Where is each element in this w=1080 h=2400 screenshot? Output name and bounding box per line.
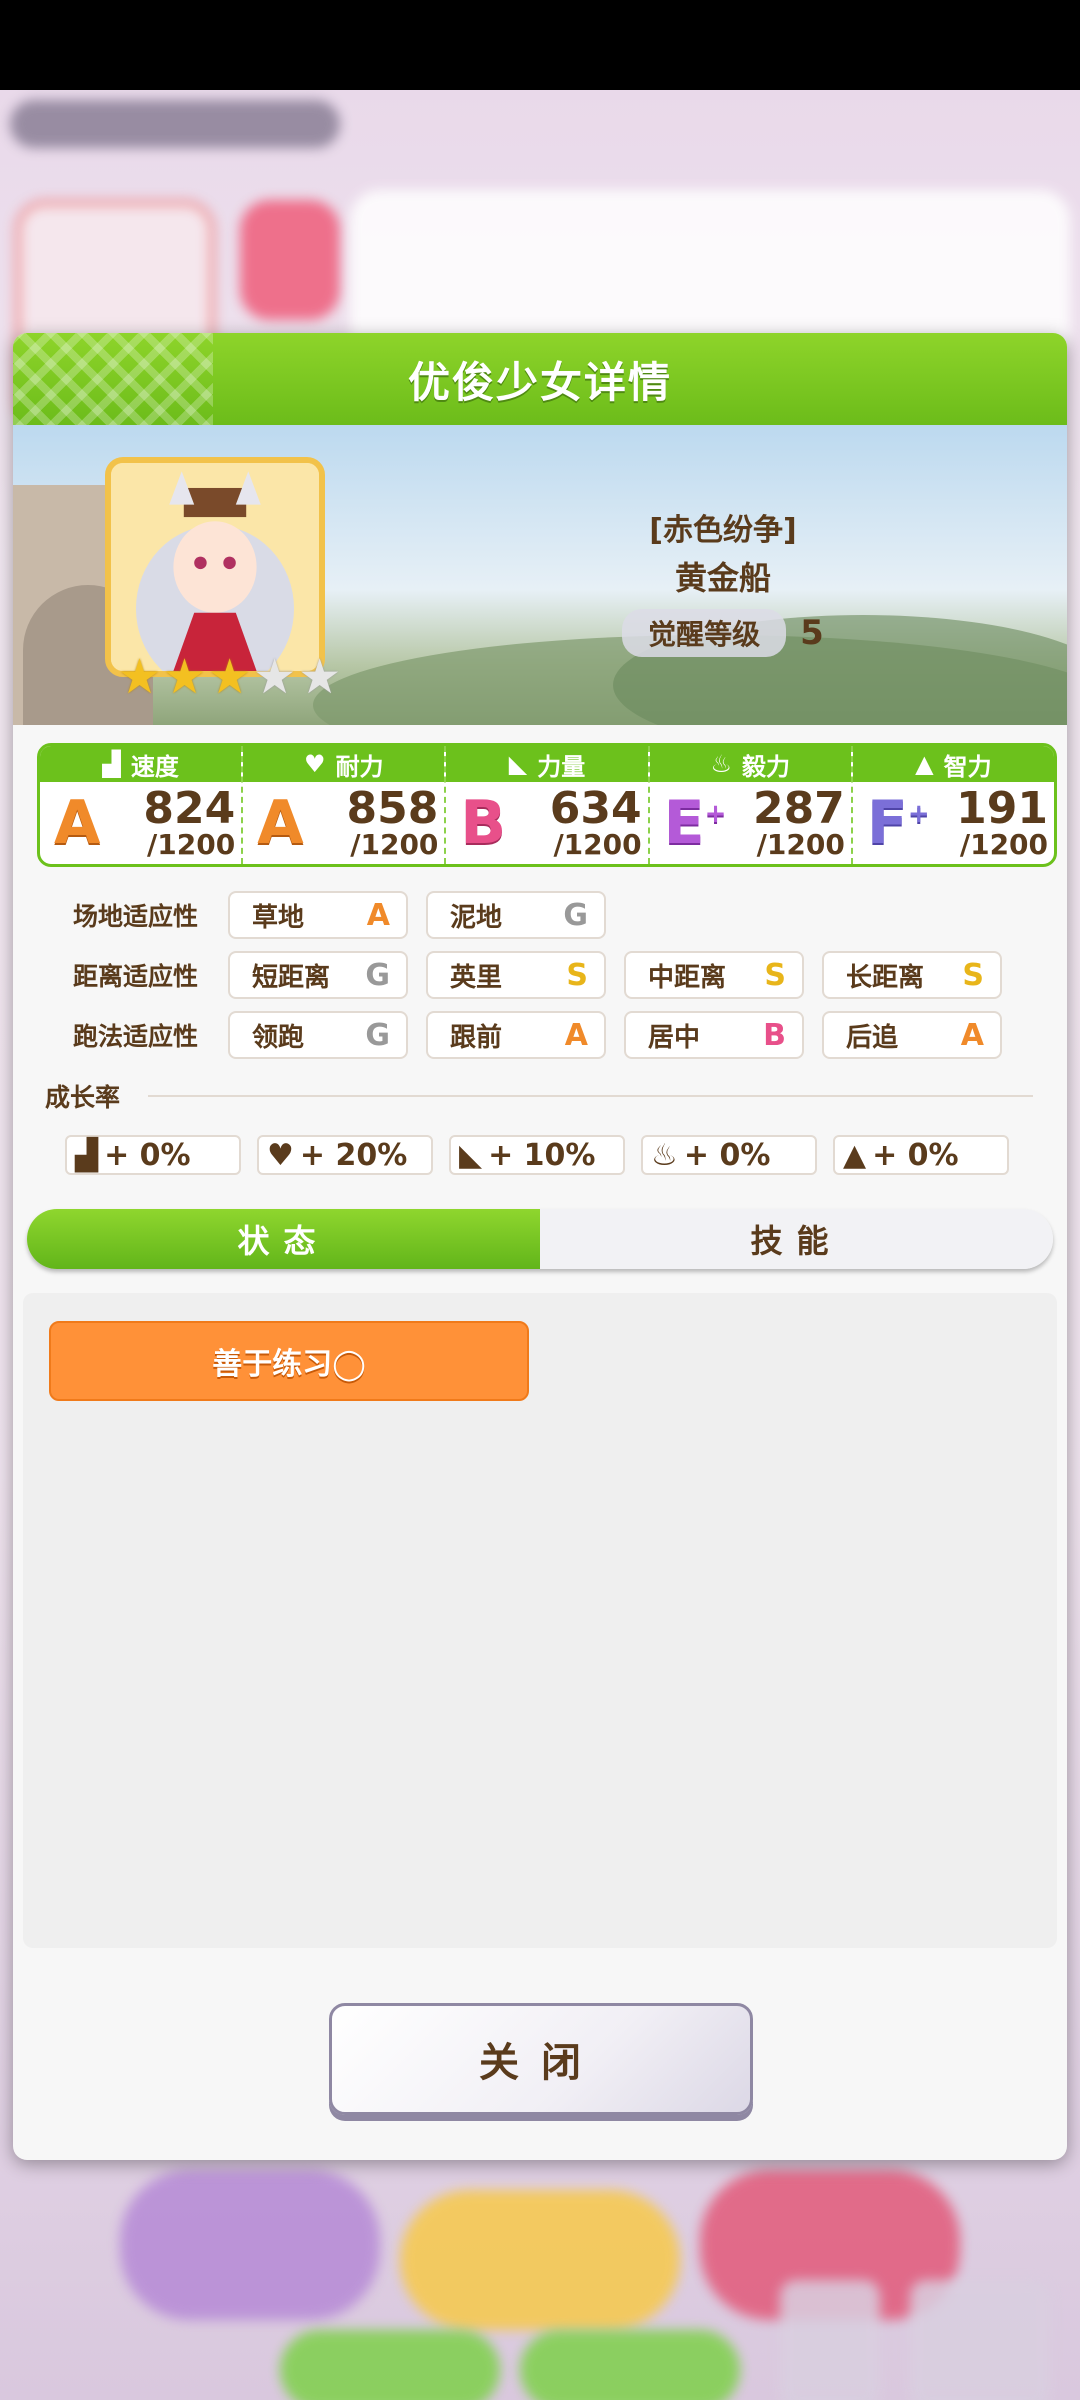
aptitude-long: 长距离 S	[822, 951, 1002, 999]
shoe-icon: ▟	[75, 1137, 99, 1173]
stat-max: /1200	[959, 828, 1049, 861]
aptitude-leader: 跟前 A	[426, 1011, 606, 1059]
star-empty-icon: ★	[298, 649, 342, 705]
stat-label: 毅力	[741, 752, 790, 781]
stat-stamina: ♥ 耐力 A 858/1200	[243, 746, 447, 864]
awakening-level: 5	[800, 613, 824, 653]
stat-value: 287	[752, 783, 845, 834]
aptitude-mile: 英里 S	[426, 951, 606, 999]
aptitude-turf: 草地 A	[228, 891, 408, 939]
status-bar	[0, 0, 1080, 90]
aptitude-betweener: 居中 B	[624, 1011, 804, 1059]
umamusume-detail-dialog: 优俊少女详情 ★ ★ ★ ★ ★ [赤色纷争] 黄金船 觉醒等级 5 ▟ 速度 …	[13, 333, 1067, 2160]
stat-max: /1200	[147, 828, 236, 861]
divider	[148, 1095, 1033, 1097]
dialog-header: 优俊少女详情	[13, 333, 1067, 425]
style-aptitude-row: 跑法适应性 领跑 G 跟前 A 居中 B 后追 A	[43, 1011, 1043, 1059]
stat-power: ◣ 力量 B 634/1200	[446, 746, 650, 864]
aptitude-label: 跑法适应性	[72, 1022, 198, 1051]
star-empty-icon: ★	[253, 649, 297, 705]
growth-rate-title: 成长率	[45, 1083, 121, 1112]
character-name: 黄金船	[674, 559, 771, 597]
star-icon: ★	[118, 649, 162, 705]
star-icon: ★	[163, 649, 207, 705]
growth-power: ◣ + 10%	[449, 1135, 625, 1175]
stat-label: 力量	[537, 752, 586, 781]
stat-grade: E+	[663, 788, 727, 858]
stat-label: 耐力	[335, 752, 384, 781]
awakening-row: 觉醒等级 5	[573, 609, 873, 657]
muscle-icon: ◣	[459, 1137, 483, 1173]
costume-title: [赤色纷争]	[649, 513, 797, 548]
stat-grade: A	[257, 788, 304, 858]
stat-speed: ▟ 速度 A 824/1200	[40, 746, 244, 864]
stat-value: 191	[956, 783, 1049, 834]
aptitude-chaser: 后追 A	[822, 1011, 1002, 1059]
stat-wisdom: ▲ 智力 F+ 191/1200	[852, 746, 1054, 864]
awakening-label: 觉醒等级	[622, 609, 787, 657]
aptitude-dirt: 泥地 G	[426, 891, 606, 939]
dialog-title: 优俊少女详情	[407, 357, 672, 407]
stats-panel: ▟ 速度 A 824/1200 ♥ 耐力 A 858/1200 ◣ 力量 B 634/…	[37, 743, 1057, 867]
stat-value: 824	[143, 783, 236, 834]
stat-max: /1200	[350, 828, 439, 861]
graduation-cap-icon: ▲	[843, 1137, 867, 1173]
growth-rate-row: ▟ + 0% ♥ + 20% ◣ + 10% ♨ + 0% ▲ + 0%	[65, 1135, 1009, 1175]
graduation-cap-icon: ▲	[915, 750, 934, 778]
tab-status[interactable]: 状态	[27, 1209, 540, 1269]
shoe-icon: ▟	[102, 750, 121, 778]
stat-max: /1200	[553, 828, 642, 861]
status-chip[interactable]: 善于练习◯	[49, 1321, 529, 1401]
star-icon: ★	[208, 649, 252, 705]
stat-grade: A	[54, 788, 101, 858]
heart-icon: ♥	[304, 750, 326, 778]
character-portrait[interactable]	[105, 457, 325, 677]
stat-max: /1200	[756, 828, 845, 861]
character-info: [赤色纷争] 黄金船 觉醒等级 5	[573, 505, 873, 657]
stat-value: 858	[346, 783, 439, 834]
aptitude-label: 距离适应性	[72, 962, 198, 991]
stat-grade: B	[460, 788, 507, 858]
aptitude-runner: 领跑 G	[228, 1011, 408, 1059]
growth-speed: ▟ + 0%	[65, 1135, 241, 1175]
aptitude-medium: 中距离 S	[624, 951, 804, 999]
tab-skills[interactable]: 技能	[540, 1209, 1053, 1269]
aptitude-short: 短距离 G	[228, 951, 408, 999]
stat-label: 智力	[943, 752, 992, 781]
heart-icon: ♥	[267, 1137, 294, 1173]
stat-label: 速度	[130, 752, 179, 781]
muscle-icon: ◣	[508, 750, 528, 778]
track-aptitude-row: 场地适应性 草地 A 泥地 G	[43, 891, 1043, 939]
distance-aptitude-row: 距离适应性 短距离 G 英里 S 中距离 S 长距离 S	[43, 951, 1043, 999]
close-button[interactable]: 关闭	[329, 2003, 753, 2115]
rarity-stars: ★ ★ ★ ★ ★	[118, 653, 341, 701]
growth-wisdom: ▲ + 0%	[833, 1135, 1009, 1175]
growth-guts: ♨ + 0%	[641, 1135, 817, 1175]
stat-grade: F+	[866, 788, 930, 858]
character-banner: ★ ★ ★ ★ ★ [赤色纷争] 黄金船 觉醒等级 5	[13, 425, 1067, 725]
flame-icon: ♨	[710, 750, 732, 778]
growth-stamina: ♥ + 20%	[257, 1135, 433, 1175]
detail-tabs: 状态 技能	[27, 1209, 1053, 1269]
aptitude-label: 场地适应性	[72, 902, 198, 931]
stat-guts: ♨ 毅力 E+ 287/1200	[649, 746, 853, 864]
flame-icon: ♨	[651, 1137, 678, 1173]
stat-value: 634	[549, 783, 642, 834]
